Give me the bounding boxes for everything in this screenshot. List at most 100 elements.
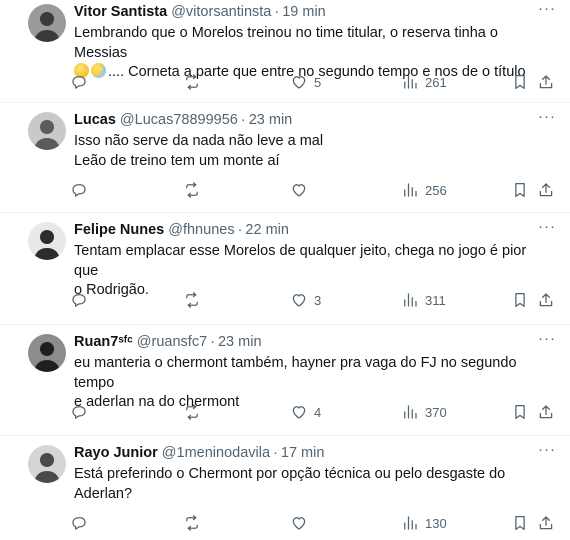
share-icon bbox=[539, 75, 553, 89]
like-button[interactable]: 4 bbox=[290, 402, 321, 422]
timestamp[interactable]: 23 min bbox=[249, 112, 293, 128]
reply-divider bbox=[0, 435, 570, 436]
reply-header: Vitor Santista @vitorsantinsta · 19 min bbox=[74, 4, 530, 22]
repost-button[interactable] bbox=[183, 72, 207, 92]
user-handle[interactable]: @vitorsantinsta bbox=[171, 4, 271, 20]
share-button[interactable] bbox=[537, 72, 555, 92]
reply-icon bbox=[72, 517, 86, 530]
action-bar: 3 311 bbox=[70, 290, 556, 310]
bookmark-button[interactable] bbox=[511, 72, 529, 92]
timestamp[interactable]: 17 min bbox=[281, 445, 325, 461]
reply-button[interactable] bbox=[70, 402, 94, 422]
action-bar: 130 bbox=[70, 513, 556, 533]
reply-text-line: Isso não serve da nada não leve a mal bbox=[74, 133, 324, 149]
views-icon bbox=[404, 183, 417, 197]
avatar[interactable] bbox=[28, 4, 66, 42]
repost-icon bbox=[186, 515, 198, 531]
share-icon bbox=[539, 293, 553, 307]
avatar[interactable] bbox=[28, 445, 66, 483]
more-icon[interactable]: ··· bbox=[538, 219, 556, 240]
share-button[interactable] bbox=[537, 513, 555, 533]
views-button[interactable]: 370 bbox=[401, 402, 447, 422]
reply-text-line: Está preferindo o Chermont por opção téc… bbox=[74, 466, 506, 482]
views-count: 311 bbox=[425, 292, 446, 308]
reply-text: Isso não serve da nada não leve a mal Leã… bbox=[74, 132, 550, 171]
more-icon[interactable]: ··· bbox=[538, 1, 556, 22]
reply-button[interactable] bbox=[70, 72, 94, 92]
action-bar: 256 bbox=[70, 180, 556, 200]
share-button[interactable] bbox=[537, 180, 555, 200]
bookmark-button[interactable] bbox=[511, 290, 529, 310]
views-button[interactable]: 256 bbox=[401, 180, 447, 200]
repost-button[interactable] bbox=[183, 402, 207, 422]
views-button[interactable]: 261 bbox=[401, 72, 447, 92]
like-button[interactable]: 5 bbox=[290, 72, 321, 92]
views-icon bbox=[404, 405, 417, 419]
reply-text-line: eu manteria o chermont também, hayner pr… bbox=[74, 355, 517, 391]
reply-header: Ruan7ˢᶠᶜ @ruansfc7 · 23 min bbox=[74, 334, 530, 352]
more-icon[interactable]: ··· bbox=[538, 442, 556, 463]
user-handle[interactable]: @1meninodavila bbox=[162, 445, 270, 461]
bookmark-button[interactable] bbox=[511, 180, 529, 200]
display-name[interactable]: Lucas bbox=[74, 112, 116, 128]
display-name[interactable]: Ruan7ˢᶠᶜ bbox=[74, 334, 133, 350]
views-count: 256 bbox=[425, 182, 447, 198]
views-icon bbox=[404, 75, 417, 89]
repost-icon bbox=[186, 292, 198, 308]
like-button[interactable] bbox=[290, 180, 314, 200]
like-count: 5 bbox=[314, 74, 322, 90]
repost-button[interactable] bbox=[183, 180, 207, 200]
reply-button[interactable] bbox=[70, 290, 94, 310]
more-icon[interactable]: ··· bbox=[538, 109, 556, 130]
display-name[interactable]: Felipe Nunes bbox=[74, 222, 164, 238]
repost-button[interactable] bbox=[183, 513, 207, 533]
avatar[interactable] bbox=[28, 222, 66, 260]
share-icon bbox=[539, 516, 553, 530]
display-name[interactable]: Vitor Santista bbox=[74, 4, 167, 20]
display-name[interactable]: Rayo Junior bbox=[74, 445, 158, 461]
reply-divider bbox=[0, 102, 570, 103]
more-icon[interactable]: ··· bbox=[538, 331, 556, 352]
reply-divider bbox=[0, 324, 570, 325]
share-icon bbox=[539, 183, 553, 197]
reply-text-line: Leão de treino tem um monte aí bbox=[74, 152, 280, 169]
timestamp[interactable]: 22 min bbox=[245, 222, 289, 238]
like-icon bbox=[292, 517, 306, 530]
views-icon bbox=[404, 293, 417, 307]
timestamp[interactable]: 23 min bbox=[218, 334, 262, 350]
bookmark-button[interactable] bbox=[511, 402, 529, 422]
bookmark-button[interactable] bbox=[511, 513, 529, 533]
separator-dot: · bbox=[210, 334, 215, 350]
timestamp[interactable]: 19 min bbox=[282, 4, 326, 20]
like-icon bbox=[292, 76, 306, 89]
repost-icon bbox=[186, 404, 198, 420]
action-bar: 5 261 bbox=[70, 72, 556, 92]
action-bar: 4 370 bbox=[70, 402, 556, 422]
views-count: 130 bbox=[425, 515, 447, 531]
reply-header: Rayo Junior @1meninodavila · 17 min bbox=[74, 445, 530, 463]
like-button[interactable] bbox=[290, 513, 314, 533]
reply-text-line: Aderlan? bbox=[74, 485, 133, 502]
repost-icon bbox=[186, 182, 198, 198]
share-button[interactable] bbox=[537, 290, 555, 310]
bookmark-icon bbox=[515, 74, 525, 90]
reply-button[interactable] bbox=[70, 180, 94, 200]
user-handle[interactable]: @Lucas78899956 bbox=[120, 112, 238, 128]
reply-icon bbox=[72, 406, 86, 419]
user-handle[interactable]: @ruansfc7 bbox=[137, 334, 207, 350]
repost-button[interactable] bbox=[183, 290, 207, 310]
like-button[interactable]: 3 bbox=[290, 290, 321, 310]
bookmark-icon bbox=[515, 292, 525, 308]
share-button[interactable] bbox=[537, 402, 555, 422]
avatar[interactable] bbox=[28, 112, 66, 150]
avatar[interactable] bbox=[28, 334, 66, 372]
share-icon bbox=[539, 405, 553, 419]
reply-button[interactable] bbox=[70, 513, 94, 533]
separator-dot: · bbox=[274, 4, 280, 20]
user-handle[interactable]: @fhnunes bbox=[168, 222, 234, 238]
like-count: 3 bbox=[314, 292, 322, 308]
views-button[interactable]: 130 bbox=[401, 513, 447, 533]
reply-header: Felipe Nunes @fhnunes · 22 min bbox=[74, 222, 530, 240]
views-button[interactable]: 311 bbox=[401, 290, 446, 310]
reply-text-line: Tentam emplacar esse Morelos de qualquer… bbox=[74, 243, 527, 279]
